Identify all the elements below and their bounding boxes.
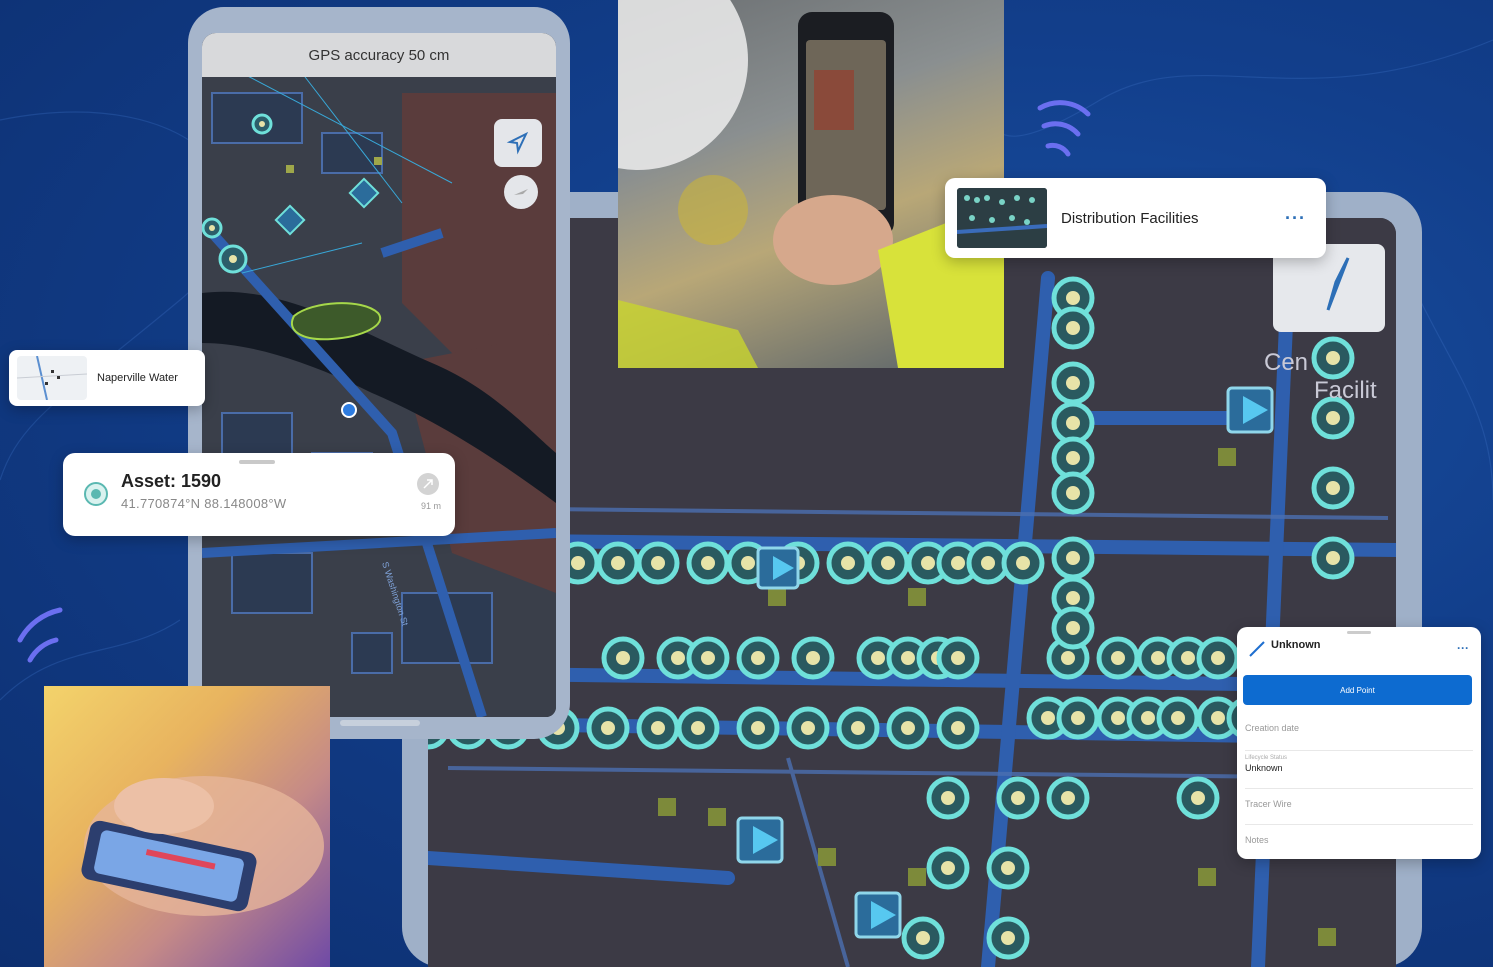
utility-marker-core [801, 721, 815, 735]
utility-marker-core [1151, 651, 1165, 665]
creation-date-field[interactable]: Creation date [1245, 723, 1473, 751]
utility-marker-core [1191, 791, 1205, 805]
utility-marker-core [1211, 711, 1225, 725]
utility-marker-core [901, 651, 915, 665]
utility-marker-core [1061, 791, 1075, 805]
layer-thumbnail [957, 188, 1047, 248]
utility-marker-core [651, 721, 665, 735]
utility-marker-core [651, 556, 665, 570]
gps-accuracy-text: GPS accuracy 50 cm [308, 46, 450, 64]
lifecycle-status-label: Lifecycle Status [1245, 755, 1288, 761]
utility-marker-core [1326, 351, 1340, 365]
asset-title: Asset: 1590 [121, 471, 222, 491]
utility-marker-core [1066, 486, 1080, 500]
utility-marker-core [1141, 711, 1155, 725]
lifecycle-status-field[interactable]: Lifecycle Status Unknown [1245, 755, 1473, 789]
utility-marker-core [1001, 931, 1015, 945]
utility-marker-core [1326, 551, 1340, 565]
utility-marker-core [1181, 651, 1195, 665]
utility-marker-core [901, 721, 915, 735]
utility-marker-core [851, 721, 865, 735]
utility-marker-core [1066, 591, 1080, 605]
notes-field[interactable]: Notes [1245, 835, 1473, 857]
utility-marker-core [1066, 621, 1080, 635]
asset-popup-card[interactable]: Asset: 1590 41.770874°N 88.148008°W 91 m [63, 453, 455, 536]
utility-marker-core [871, 651, 885, 665]
more-options-button[interactable]: ··· [1457, 641, 1469, 655]
utility-marker-core [1211, 651, 1225, 665]
map-thumbnail [17, 356, 87, 400]
utility-marker-core [671, 651, 685, 665]
notes-label: Notes [1245, 835, 1269, 845]
more-options-button[interactable]: ··· [1277, 208, 1314, 229]
navigation-arrow-icon[interactable] [494, 119, 542, 167]
utility-marker-core [1066, 291, 1080, 305]
phone-home-indicator [340, 720, 420, 726]
line-feature-icon [1249, 641, 1265, 657]
utility-marker-core [941, 861, 955, 875]
asset-distance: 91 m [420, 501, 441, 511]
utility-marker-core [1171, 711, 1185, 725]
utility-marker-core [1066, 551, 1080, 565]
utility-marker-core [951, 556, 965, 570]
utility-marker-core [1111, 651, 1125, 665]
add-point-button[interactable]: Add Point [1243, 675, 1472, 705]
utility-marker-core [611, 556, 625, 570]
asset-marker-icon [84, 482, 108, 506]
utility-marker-core [1326, 411, 1340, 425]
distribution-facilities-title: Distribution Facilities [1061, 209, 1199, 227]
utility-marker-core [616, 651, 630, 665]
utility-marker-core [601, 721, 615, 735]
tracer-wire-field[interactable]: Tracer Wire [1245, 799, 1473, 825]
utility-marker-core [741, 556, 755, 570]
map-label-facility: Facilit [1314, 377, 1377, 404]
utility-marker-core [1066, 451, 1080, 465]
hands-phone-photo [44, 686, 330, 967]
utility-marker-core [701, 556, 715, 570]
utility-marker-core [1016, 556, 1030, 570]
lifecycle-status-value: Unknown [1245, 763, 1283, 773]
utility-marker-core [841, 556, 855, 570]
utility-marker-core [981, 556, 995, 570]
utility-marker-core [941, 791, 955, 805]
utility-marker-core [701, 651, 715, 665]
asset-coordinates: 41.770874°N 88.148008°W [121, 496, 287, 511]
utility-marker-core [951, 651, 965, 665]
phone-map-view[interactable]: GPS accuracy 50 cm S Washington St [202, 33, 556, 717]
utility-marker-core [806, 651, 820, 665]
utility-marker-core [881, 556, 895, 570]
compass-icon[interactable] [504, 175, 538, 209]
naperville-water-label: Naperville Water [97, 372, 178, 384]
naperville-water-card[interactable]: Naperville Water [9, 350, 205, 406]
utility-marker-core [1061, 651, 1075, 665]
gps-accuracy-banner: GPS accuracy 50 cm [202, 33, 556, 77]
utility-marker-core [751, 721, 765, 735]
phone-device: GPS accuracy 50 cm S Washington St [188, 7, 570, 739]
utility-marker-core [1066, 376, 1080, 390]
utility-marker-core [921, 556, 935, 570]
utility-marker-core [1066, 321, 1080, 335]
utility-marker-core [1041, 711, 1055, 725]
utility-marker-core [1326, 481, 1340, 495]
drag-handle[interactable] [1347, 631, 1371, 634]
utility-marker-core [1111, 711, 1125, 725]
utility-marker-core [916, 931, 930, 945]
feature-form-card[interactable]: Unknown ··· Add Point Creation date Life… [1237, 627, 1481, 859]
direction-arrow-icon[interactable] [417, 473, 439, 495]
feature-title: Unknown [1271, 639, 1321, 651]
drag-handle[interactable] [239, 460, 275, 464]
utility-marker-core [751, 651, 765, 665]
utility-marker-core [1001, 861, 1015, 875]
utility-marker-core [1071, 711, 1085, 725]
utility-marker-core [1011, 791, 1025, 805]
utility-marker-core [691, 721, 705, 735]
creation-date-label: Creation date [1245, 723, 1300, 733]
utility-marker-core [571, 556, 585, 570]
tracer-wire-label: Tracer Wire [1245, 799, 1292, 809]
distribution-facilities-card[interactable]: Distribution Facilities ··· [945, 178, 1326, 258]
map-label-center: Cen [1264, 349, 1308, 376]
utility-marker-core [951, 721, 965, 735]
utility-marker-core [1066, 416, 1080, 430]
